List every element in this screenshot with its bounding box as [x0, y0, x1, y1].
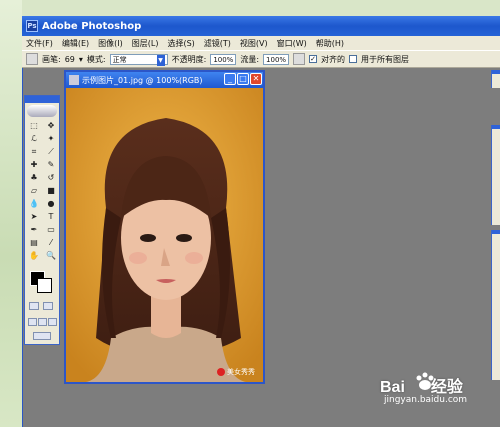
healing-brush-icon[interactable]: ✚: [26, 159, 42, 171]
document-title: 示例图片_01.jpg @ 100%(RGB): [82, 75, 203, 85]
minimize-button[interactable]: _: [224, 73, 236, 85]
photo-watermark: 美女秀秀: [217, 367, 255, 377]
chevron-down-icon: ▼: [156, 54, 165, 66]
menu-window[interactable]: 窗口(W): [277, 38, 307, 49]
menu-image[interactable]: 图像(I): [98, 38, 123, 49]
notes-tool-icon[interactable]: ▤: [26, 237, 42, 249]
document-window: 示例图片_01.jpg @ 100%(RGB) _ □ ✕ 美女秀秀: [64, 70, 265, 384]
quick-mask-icon[interactable]: [43, 302, 53, 310]
aligned-checkbox[interactable]: ✓: [309, 55, 318, 63]
move-tool-icon[interactable]: ✥: [43, 120, 59, 132]
brush-label: 画笔:: [42, 54, 61, 64]
standard-mode-icon[interactable]: [29, 302, 39, 310]
eraser-tool-icon[interactable]: ▱: [26, 185, 42, 197]
all-layers-label: 用于所有图层: [361, 54, 410, 64]
text-tool-icon[interactable]: T: [43, 211, 59, 223]
opacity-label: 不透明度:: [171, 54, 207, 64]
palette-edge-1[interactable]: [491, 70, 500, 88]
flow-label: 流量:: [240, 54, 260, 64]
options-bar: 画笔: 69 ▾ 模式: 正常 ▼ 不透明度: 100% 流量: 100% ✓ 对…: [22, 50, 500, 68]
menu-edit[interactable]: 编辑(E): [62, 38, 89, 49]
dodge-tool-icon[interactable]: ●: [43, 198, 59, 210]
toolbox: ⬚ ✥ ℒ ✦ ⌗ ⟋ ✚ ✎ ♣ ↺ ▱ ■ 💧 ● ➤ T ✒ ▭ ▤ ⁄ …: [24, 95, 60, 345]
brush-size[interactable]: 69: [65, 55, 75, 64]
eyedropper-icon[interactable]: ⁄: [43, 237, 59, 249]
hand-tool-icon[interactable]: ✋: [26, 250, 42, 262]
watermark-logo-icon: [217, 368, 225, 376]
all-layers-checkbox[interactable]: [349, 55, 358, 63]
path-select-icon[interactable]: ➤: [26, 211, 42, 223]
screen-mode-full-icon[interactable]: [48, 318, 57, 326]
flow-field[interactable]: 100%: [263, 53, 290, 65]
lasso-tool-icon[interactable]: ℒ: [26, 133, 42, 145]
clone-stamp-icon[interactable]: ♣: [26, 172, 42, 184]
aligned-label: 对齐的: [321, 54, 346, 64]
menu-file[interactable]: 文件(F): [26, 38, 53, 49]
blur-tool-icon[interactable]: 💧: [26, 198, 42, 210]
crop-tool-icon[interactable]: ⌗: [26, 146, 42, 158]
jump-to-imageready-icon[interactable]: [33, 332, 51, 340]
pen-tool-icon[interactable]: ✒: [26, 224, 42, 236]
toolbox-titlebar[interactable]: [25, 96, 59, 103]
menu-layer[interactable]: 图层(L): [132, 38, 159, 49]
screen-mode-full-menu-icon[interactable]: [38, 318, 47, 326]
baidu-watermark: Bai 经验: [380, 379, 463, 396]
document-photo: [66, 88, 263, 382]
gradient-tool-icon[interactable]: ■: [43, 185, 59, 197]
brush-dropdown-icon[interactable]: ▾: [79, 55, 83, 64]
slice-tool-icon[interactable]: ⟋: [43, 146, 59, 158]
menu-bar: 文件(F) 编辑(E) 图像(I) 图层(L) 选择(S) 滤镜(T) 视图(V…: [22, 36, 500, 50]
app-titlebar: Ps Adobe Photoshop: [22, 16, 500, 36]
history-brush-icon[interactable]: ↺: [43, 172, 59, 184]
app-title: Adobe Photoshop: [42, 20, 142, 32]
menu-select[interactable]: 选择(S): [167, 38, 194, 49]
shape-tool-icon[interactable]: ▭: [43, 224, 59, 236]
baidu-url: jingyan.baidu.com: [384, 395, 468, 405]
mode-select[interactable]: 正常 ▼: [109, 53, 168, 66]
desktop-background: [0, 0, 22, 427]
maximize-button[interactable]: □: [237, 73, 249, 85]
palette-edge-2[interactable]: [491, 125, 500, 225]
close-button[interactable]: ✕: [250, 73, 262, 85]
document-icon: [69, 75, 79, 85]
menu-view[interactable]: 视图(V): [240, 38, 268, 49]
mode-label: 模式:: [86, 54, 106, 64]
marquee-tool-icon[interactable]: ⬚: [26, 120, 42, 132]
clone-stamp-preset-icon[interactable]: [26, 53, 38, 65]
opacity-field[interactable]: 100%: [210, 53, 237, 65]
brush-tool-icon[interactable]: ✎: [43, 159, 59, 171]
menu-help[interactable]: 帮助(H): [316, 38, 344, 49]
magic-wand-icon[interactable]: ✦: [43, 133, 59, 145]
eye-icon: [27, 105, 57, 117]
zoom-tool-icon[interactable]: 🔍: [43, 250, 59, 262]
photoshop-logo-icon: Ps: [26, 20, 38, 32]
menu-filter[interactable]: 滤镜(T): [204, 38, 231, 49]
airbrush-icon[interactable]: [293, 53, 306, 65]
palette-edge-3[interactable]: [491, 230, 500, 380]
background-color-swatch[interactable]: [37, 278, 52, 293]
screen-mode-standard-icon[interactable]: [28, 318, 37, 326]
